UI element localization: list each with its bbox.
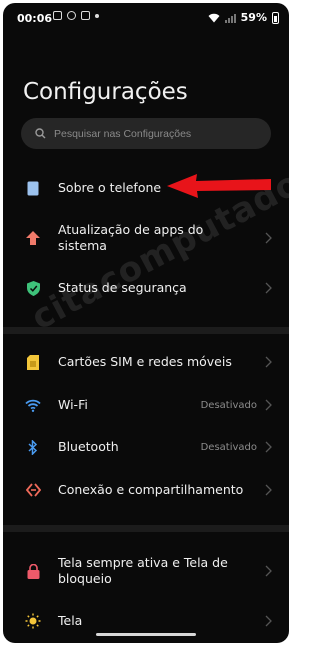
page-title: Configurações [23, 79, 188, 105]
settings-item-label: Tela [58, 613, 83, 628]
signal-icon [224, 13, 236, 23]
gesture-navigation-bar[interactable] [96, 633, 196, 636]
settings-item-sim-cards[interactable]: Cartões SIM e redes móveis [3, 353, 289, 371]
settings-item-label: Status de segurança [58, 280, 187, 295]
section-divider [3, 327, 289, 334]
wifi-status-icon [208, 13, 220, 22]
settings-item-connection-sharing[interactable]: Conexão e compartilhamento [3, 481, 289, 499]
arrow-up-icon [25, 230, 41, 246]
dot-notification-icon [95, 14, 99, 18]
chevron-right-icon [265, 484, 272, 496]
wifi-icon [25, 397, 41, 413]
settings-item-label: Tela sempre ativa e Tela de bloqueio [58, 555, 228, 586]
lock-icon [25, 563, 41, 579]
search-bar[interactable] [21, 118, 271, 149]
shield-check-icon [25, 280, 41, 296]
search-input[interactable] [52, 126, 256, 141]
settings-item-display[interactable]: Tela [3, 612, 289, 630]
section-divider [3, 525, 289, 532]
settings-item-system-app-updates[interactable]: Atualização de apps do sistema [3, 221, 289, 255]
chevron-right-icon [265, 441, 272, 453]
settings-item-label: Conexão e compartilhamento [58, 482, 244, 497]
search-icon [35, 128, 46, 139]
status-time: 00:06 [17, 12, 53, 25]
chevron-right-icon [265, 615, 272, 627]
settings-item-label: Atualização de apps do sistema [58, 222, 204, 253]
settings-item-wifi[interactable]: Wi-Fi Desativado [3, 396, 289, 414]
settings-item-label: Cartões SIM e redes móveis [58, 354, 232, 369]
phone-icon [25, 180, 41, 196]
chevron-right-icon [265, 282, 272, 294]
sim-card-icon [25, 354, 41, 370]
gmail-notification-icon [81, 11, 90, 20]
connection-icon [25, 482, 41, 498]
chevron-right-icon [265, 356, 272, 368]
notification-icons [53, 11, 99, 20]
battery-icon [272, 11, 279, 24]
chevron-right-icon [265, 399, 272, 411]
bluetooth-icon [25, 439, 41, 455]
settings-item-always-on-lock-screen[interactable]: Tela sempre ativa e Tela de bloqueio [3, 554, 289, 588]
settings-item-security-status[interactable]: Status de segurança [3, 279, 289, 297]
battery-percent: 59% [240, 11, 267, 24]
wifi-status-value: Desativado [200, 399, 257, 411]
chevron-right-icon [265, 565, 272, 577]
image-notification-icon [53, 11, 62, 20]
sun-icon [25, 613, 41, 629]
bluetooth-status-value: Desativado [200, 441, 257, 453]
chevron-right-icon [265, 232, 272, 244]
messenger-notification-icon [67, 11, 76, 20]
status-right: 59% [208, 11, 279, 24]
settings-item-bluetooth[interactable]: Bluetooth Desativado [3, 438, 289, 456]
annotation-arrow-icon [167, 174, 271, 198]
phone-screen: 00:06 59% Configurações citacomputadores… [3, 3, 289, 643]
status-bar: 00:06 59% [3, 3, 289, 31]
